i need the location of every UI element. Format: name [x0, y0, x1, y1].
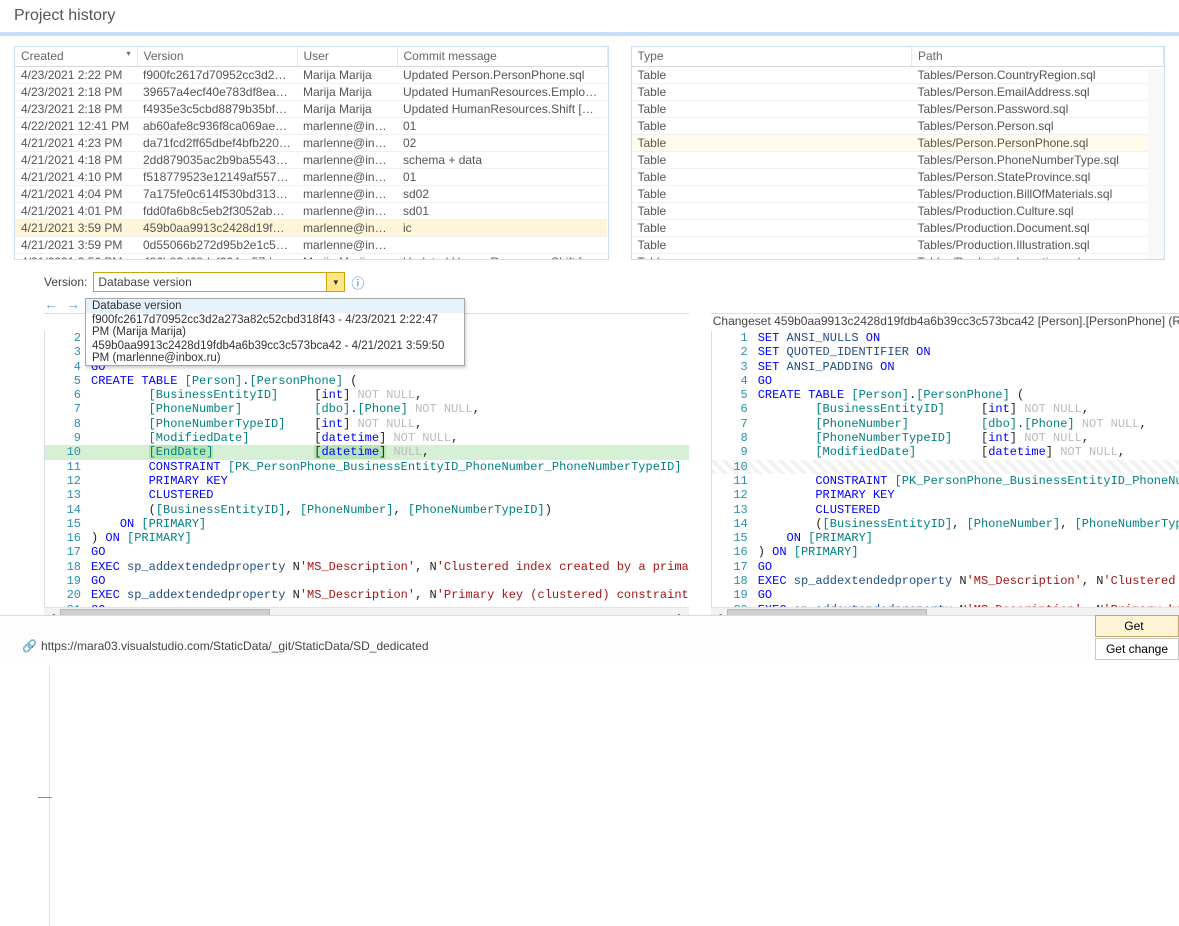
- table-row[interactable]: 4/21/2021 4:04 PM7a175fe0c614f530bd313ae…: [15, 185, 607, 202]
- table-row[interactable]: 4/22/2021 12:41 PMab60afe8c936f8ca069ae9…: [15, 117, 607, 134]
- dropdown-item[interactable]: Database version: [86, 299, 464, 313]
- history-column-header[interactable]: User: [297, 47, 397, 66]
- table-row[interactable]: TableTables/Production.Document.sql: [632, 219, 1164, 236]
- page-title: Project history: [0, 0, 1179, 36]
- table-row[interactable]: TableTables/Person.PersonPhone.sql: [632, 134, 1164, 151]
- history-column-header[interactable]: Commit message: [397, 47, 607, 66]
- get-button[interactable]: Get: [1095, 615, 1179, 637]
- table-row[interactable]: 4/23/2021 2:22 PMf900fc2617d70952cc3d2a2…: [15, 66, 607, 83]
- dropdown-item[interactable]: 459b0aa9913c2428d19fdb4a6b39cc3c573bca42…: [86, 339, 464, 365]
- table-row[interactable]: 4/21/2021 3:59 PM0d55066b272d95b2e1c5963…: [15, 236, 607, 253]
- repo-link[interactable]: 🔗https://mara03.visualstudio.com/StaticD…: [22, 639, 429, 653]
- files-column-header[interactable]: Type: [632, 47, 912, 66]
- diff-add-marker: —: [38, 788, 52, 804]
- prev-diff-button[interactable]: ←: [44, 296, 58, 312]
- version-combo[interactable]: Database version ▼: [93, 272, 345, 292]
- table-row[interactable]: TableTables/Person.CountryRegion.sql: [632, 66, 1164, 83]
- table-row[interactable]: TableTables/Person.EmailAddress.sql: [632, 83, 1164, 100]
- history-column-header[interactable]: Version: [137, 47, 297, 66]
- right-code-editor[interactable]: 1SET ANSI_NULLS ON2SET QUOTED_IDENTIFIER…: [711, 331, 1179, 607]
- history-column-header[interactable]: Created▾: [15, 47, 137, 66]
- table-row[interactable]: TableTables/Production.BillOfMaterials.s…: [632, 185, 1164, 202]
- table-row[interactable]: TableTables/Production.Illustration.sql: [632, 236, 1164, 253]
- table-row[interactable]: TableTables/Person.Person.sql: [632, 117, 1164, 134]
- left-code-editor[interactable]: 2SET QUOTED_IDENTIFIER ON3SET ANSI_PADDI…: [44, 331, 689, 607]
- changeset-label: Changeset 459b0aa9913c2428d19fdb4a6b39cc…: [711, 314, 1179, 331]
- history-pane: Created▾VersionUserCommit message 4/23/2…: [14, 46, 609, 260]
- table-row[interactable]: 4/21/2021 4:01 PMfdd0fa6b8c5eb2f3052ab69…: [15, 202, 607, 219]
- table-row[interactable]: TableTables/Production.Location.sql: [632, 253, 1164, 260]
- files-column-header[interactable]: Path: [912, 47, 1164, 66]
- link-icon: 🔗: [22, 639, 37, 653]
- overview-gutter: —: [36, 666, 50, 926]
- table-row[interactable]: TableTables/Person.StateProvince.sql: [632, 168, 1164, 185]
- get-change-button[interactable]: Get change: [1095, 638, 1179, 660]
- next-diff-button[interactable]: →: [66, 296, 80, 312]
- version-dropdown[interactable]: Database versionf900fc2617d70952cc3d2a27…: [85, 298, 465, 366]
- info-icon[interactable]: ⓘ: [351, 273, 364, 292]
- table-row[interactable]: 4/21/2021 3:59 PM459b0aa9913c2428d19fdb4…: [15, 219, 607, 236]
- scrollbar-vertical[interactable]: [1148, 69, 1164, 259]
- files-grid[interactable]: TypePath TableTables/Person.CountryRegio…: [632, 47, 1165, 260]
- table-row[interactable]: 4/21/2021 4:23 PMda71fcd2ff65dbef4bfb220…: [15, 134, 607, 151]
- table-row[interactable]: 4/21/2021 4:10 PMf518779523e12149af5574d…: [15, 168, 607, 185]
- table-row[interactable]: 4/23/2021 2:18 PM39657a4ecf40e783df8eaf0…: [15, 83, 607, 100]
- table-row[interactable]: 4/21/2021 2:56 PM486b82d68def264cc57dc90…: [15, 253, 607, 260]
- table-row[interactable]: TableTables/Production.Culture.sql: [632, 202, 1164, 219]
- version-label: Version:: [44, 275, 87, 289]
- table-row[interactable]: TableTables/Person.Password.sql: [632, 100, 1164, 117]
- table-row[interactable]: 4/21/2021 4:18 PM2dd879035ac2b9ba5543b77…: [15, 151, 607, 168]
- files-pane: TypePath TableTables/Person.CountryRegio…: [631, 46, 1166, 260]
- table-row[interactable]: TableTables/Person.PhoneNumberType.sql: [632, 151, 1164, 168]
- chevron-down-icon[interactable]: ▼: [326, 273, 344, 291]
- version-combo-value: Database version: [98, 275, 191, 289]
- table-row[interactable]: 4/23/2021 2:18 PMf4935e3c5cbd8879b35bf9e…: [15, 100, 607, 117]
- dropdown-item[interactable]: f900fc2617d70952cc3d2a273a82c52cbd318f43…: [86, 313, 464, 339]
- history-grid[interactable]: Created▾VersionUserCommit message 4/23/2…: [15, 47, 608, 260]
